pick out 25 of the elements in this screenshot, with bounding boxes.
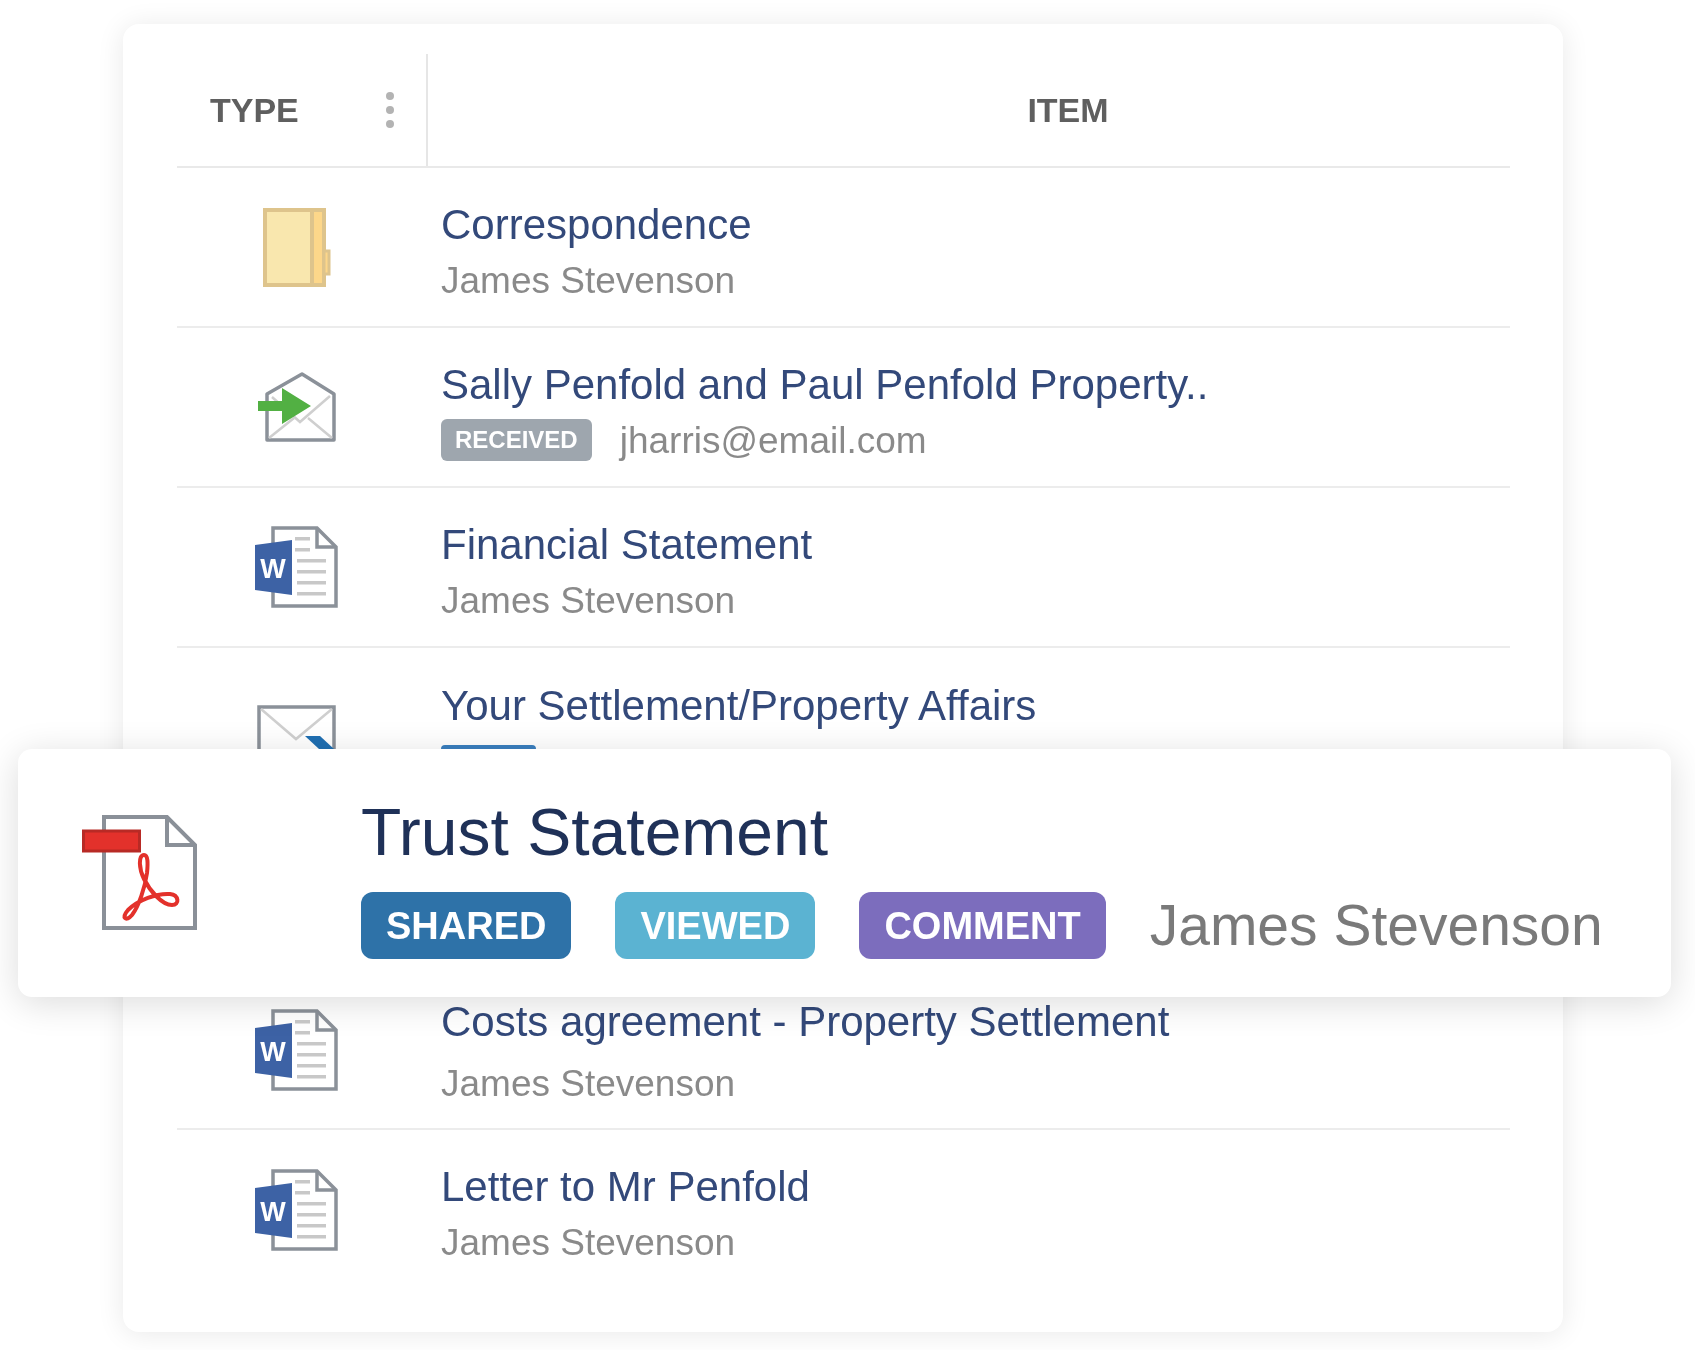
- status-tag: SHARED: [361, 892, 572, 959]
- status-tag: VIEWED: [615, 892, 816, 959]
- item-title[interactable]: Costs agreement - Property Settlement: [441, 997, 1170, 1047]
- pdf-file-icon: [82, 815, 198, 931]
- item-title[interactable]: Sally Penfold and Paul Penfold Property..: [441, 360, 1209, 410]
- item-title[interactable]: Trust Statement: [361, 794, 1603, 870]
- item-subtitle: jharris@email.com: [619, 421, 927, 459]
- status-tag: COMMENT: [859, 892, 1106, 959]
- item-title[interactable]: Your Settlement/Property Affairs: [441, 681, 1037, 731]
- item-title[interactable]: Letter to Mr Penfold: [441, 1162, 810, 1212]
- envelope-icon: [257, 705, 336, 749]
- author-name: James Stevenson: [1149, 897, 1603, 954]
- item-subtitle: James Stevenson: [441, 261, 736, 299]
- envelope-arrow-icon: [257, 372, 336, 442]
- status-tag: RECEIVED: [441, 419, 592, 461]
- column-header: TYPE: [210, 93, 299, 127]
- folder-icon: [262, 207, 331, 287]
- item-subtitle: James Stevenson: [441, 1064, 736, 1102]
- item-subtitle: James Stevenson: [441, 581, 736, 619]
- dragged-row-card[interactable]: Trust Statement SHARED VIEWED COMMENT James Stevenson: [18, 749, 1671, 997]
- item-title[interactable]: Financial Statement: [441, 520, 813, 570]
- item-title[interactable]: Correspondence: [441, 200, 752, 250]
- more-options-icon[interactable]: [386, 92, 394, 128]
- column-header: ITEM: [1027, 93, 1109, 127]
- item-subtitle: James Stevenson: [441, 1223, 736, 1261]
